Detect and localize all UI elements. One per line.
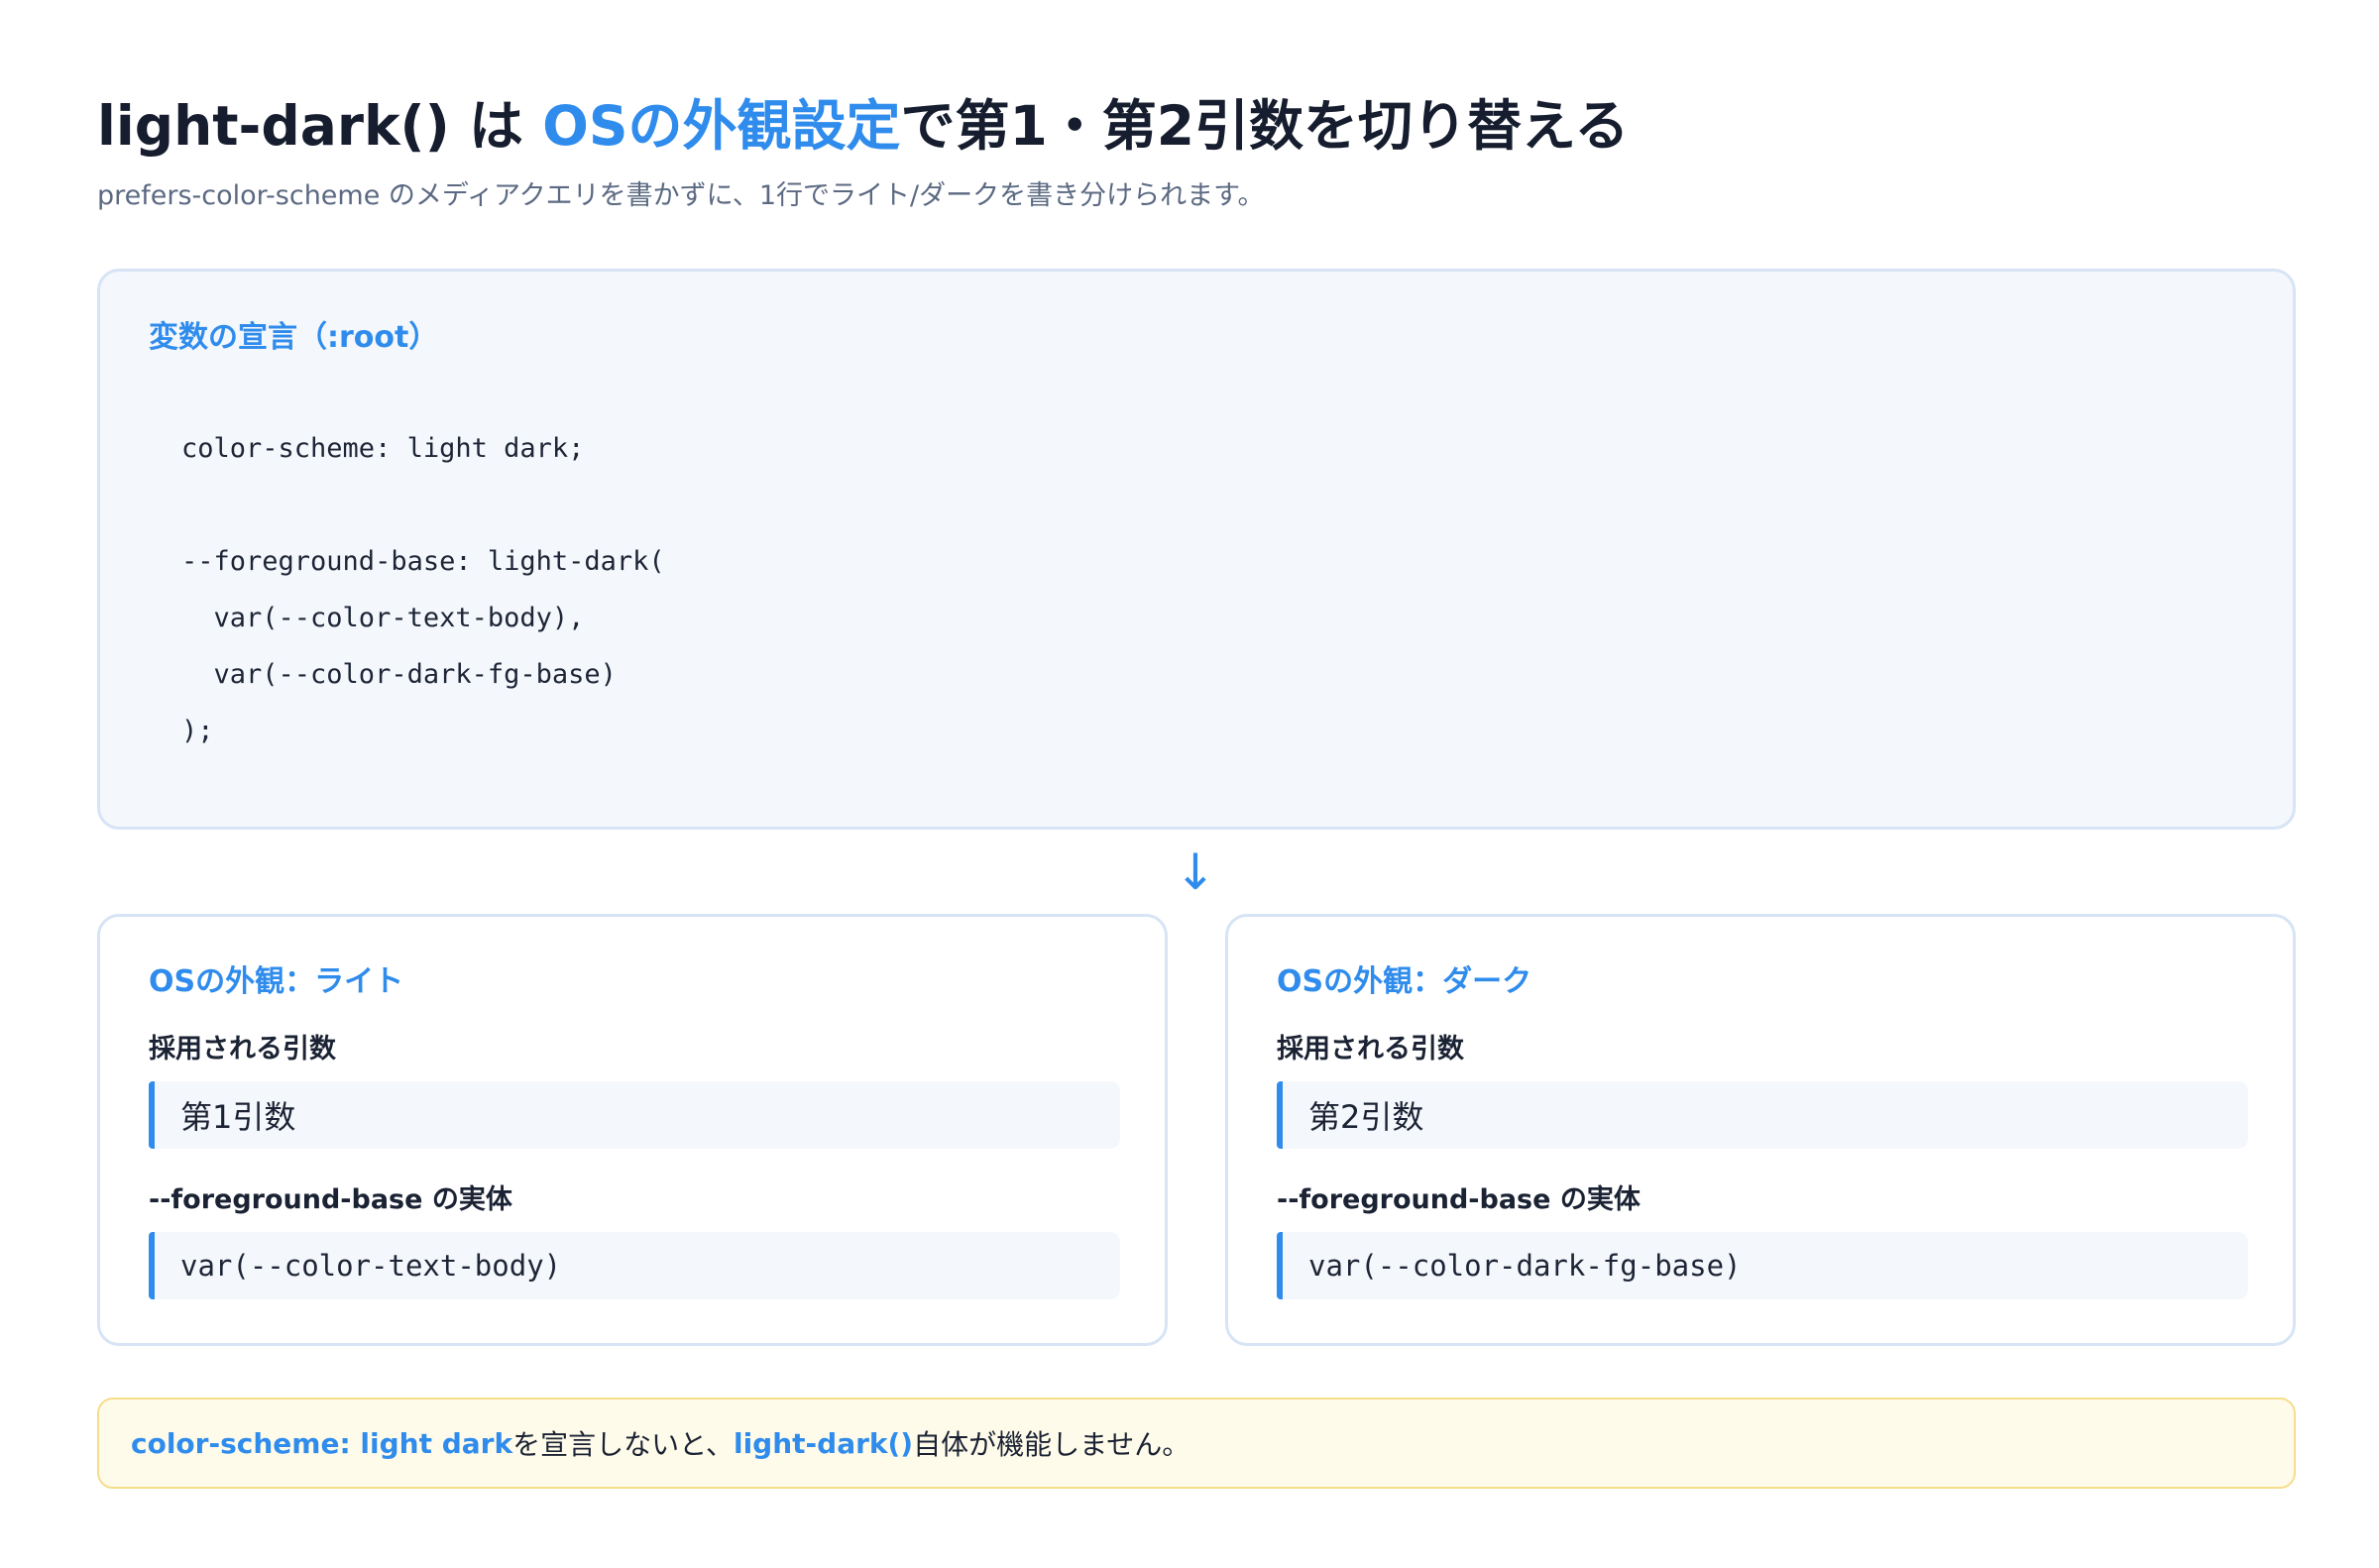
declaration-card: 変数の宣言（:root） color-scheme: light dark; -… [97, 269, 2296, 830]
note-text: を宣言しないと、 [512, 1428, 734, 1461]
declaration-heading: 変数の宣言（:root） [149, 320, 439, 355]
dark-arg-label: 採用される引数 [1277, 1034, 1464, 1064]
code-line: var(--color-dark-fg-base) [181, 659, 617, 690]
code-line: ); [181, 716, 214, 746]
title-prefix: light-dark() は [97, 94, 543, 158]
title-accent: OSの外観設定 [542, 94, 901, 158]
dark-card-heading: OSの外観：ダーク [1277, 964, 1532, 999]
dark-mode-card: OSの外観：ダーク 採用される引数 第2引数 --foreground-base… [1225, 914, 2296, 1346]
code-block: color-scheme: light dark; --foreground-b… [181, 420, 665, 759]
code-line: color-scheme: light dark; [181, 433, 585, 464]
note-keyword-color-scheme: color-scheme: light dark [131, 1426, 513, 1460]
code-line: --foreground-base: light-dark( [181, 546, 665, 577]
dark-entity-value: var(--color-dark-fg-base) [1277, 1232, 2248, 1299]
light-arg-value: 第1引数 [149, 1081, 1120, 1149]
light-mode-card: OSの外観：ライト 採用される引数 第1引数 --foreground-base… [97, 914, 1168, 1346]
code-line: var(--color-text-body), [181, 603, 585, 633]
page-subtitle: prefers-color-scheme のメディアクエリを書かずに、1行でライ… [97, 180, 1265, 211]
arrow-down-icon: ↓ [1175, 843, 1216, 901]
dark-entity-label: --foreground-base の実体 [1277, 1184, 1641, 1215]
light-card-heading: OSの外観：ライト [149, 964, 404, 999]
page: light-dark() は OSの外観設定で第1・第2引数を切り替える pre… [0, 0, 2379, 1568]
light-arg-label: 採用される引数 [149, 1034, 336, 1064]
dark-arg-value: 第2引数 [1277, 1081, 2248, 1149]
title-suffix: で第1・第2引数を切り替える [900, 94, 1630, 158]
light-entity-value: var(--color-text-body) [149, 1232, 1120, 1299]
warning-note: color-scheme: light dark を宣言しないと、 light-d… [97, 1398, 2296, 1489]
note-keyword-light-dark: light-dark() [733, 1426, 914, 1460]
light-entity-label: --foreground-base の実体 [149, 1184, 512, 1215]
page-title: light-dark() は OSの外観設定で第1・第2引数を切り替える [97, 91, 1629, 161]
note-text: 自体が機能しません。 [913, 1428, 1190, 1461]
